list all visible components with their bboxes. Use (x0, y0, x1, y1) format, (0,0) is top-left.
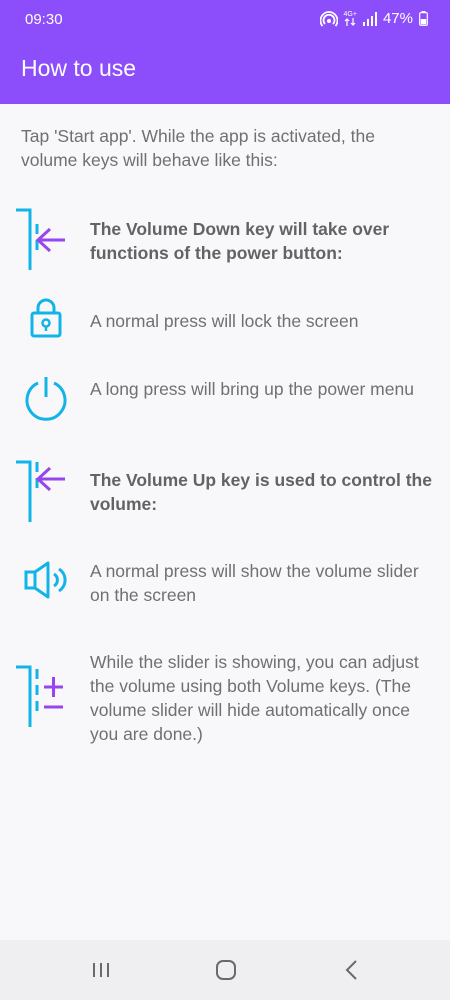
volume-down-heading: The Volume Down key will take over funct… (90, 219, 390, 263)
data-arrows-icon (344, 18, 355, 26)
navigation-bar (0, 940, 450, 1000)
network-indicator: 4G+ (344, 11, 357, 26)
signal-icon (362, 11, 377, 26)
status-time: 09:30 (25, 11, 63, 28)
network-type-label: 4G+ (343, 11, 357, 18)
battery-percent: 47% (382, 10, 413, 27)
app-bar: How to use (0, 34, 450, 104)
power-description: A long press will bring up the power men… (90, 379, 414, 399)
lock-description: A normal press will lock the screen (90, 311, 359, 331)
intro-text: Tap 'Start app'. While the app is activa… (21, 126, 375, 170)
speaker-description: A normal press will show the volume slid… (90, 561, 419, 605)
hotspot-icon (319, 10, 338, 27)
volume-up-key-icon (16, 460, 65, 522)
back-icon[interactable] (337, 958, 367, 982)
power-icon (25, 377, 67, 421)
speaker-icon (24, 561, 67, 599)
battery-icon (419, 11, 428, 26)
home-icon[interactable] (211, 958, 241, 982)
status-bar: 09:30 4G+ 47% (0, 0, 450, 34)
lock-icon (30, 298, 62, 338)
recent-apps-icon[interactable] (86, 958, 116, 982)
adjust-description: While the slider is showing, you can adj… (90, 652, 419, 744)
volume-adjust-icon (16, 665, 63, 727)
page-title: How to use (21, 55, 137, 81)
volume-up-heading: The Volume Up key is used to control the… (90, 470, 432, 514)
volume-down-key-icon (16, 208, 65, 270)
status-icons: 4G+ 47% (319, 10, 428, 27)
